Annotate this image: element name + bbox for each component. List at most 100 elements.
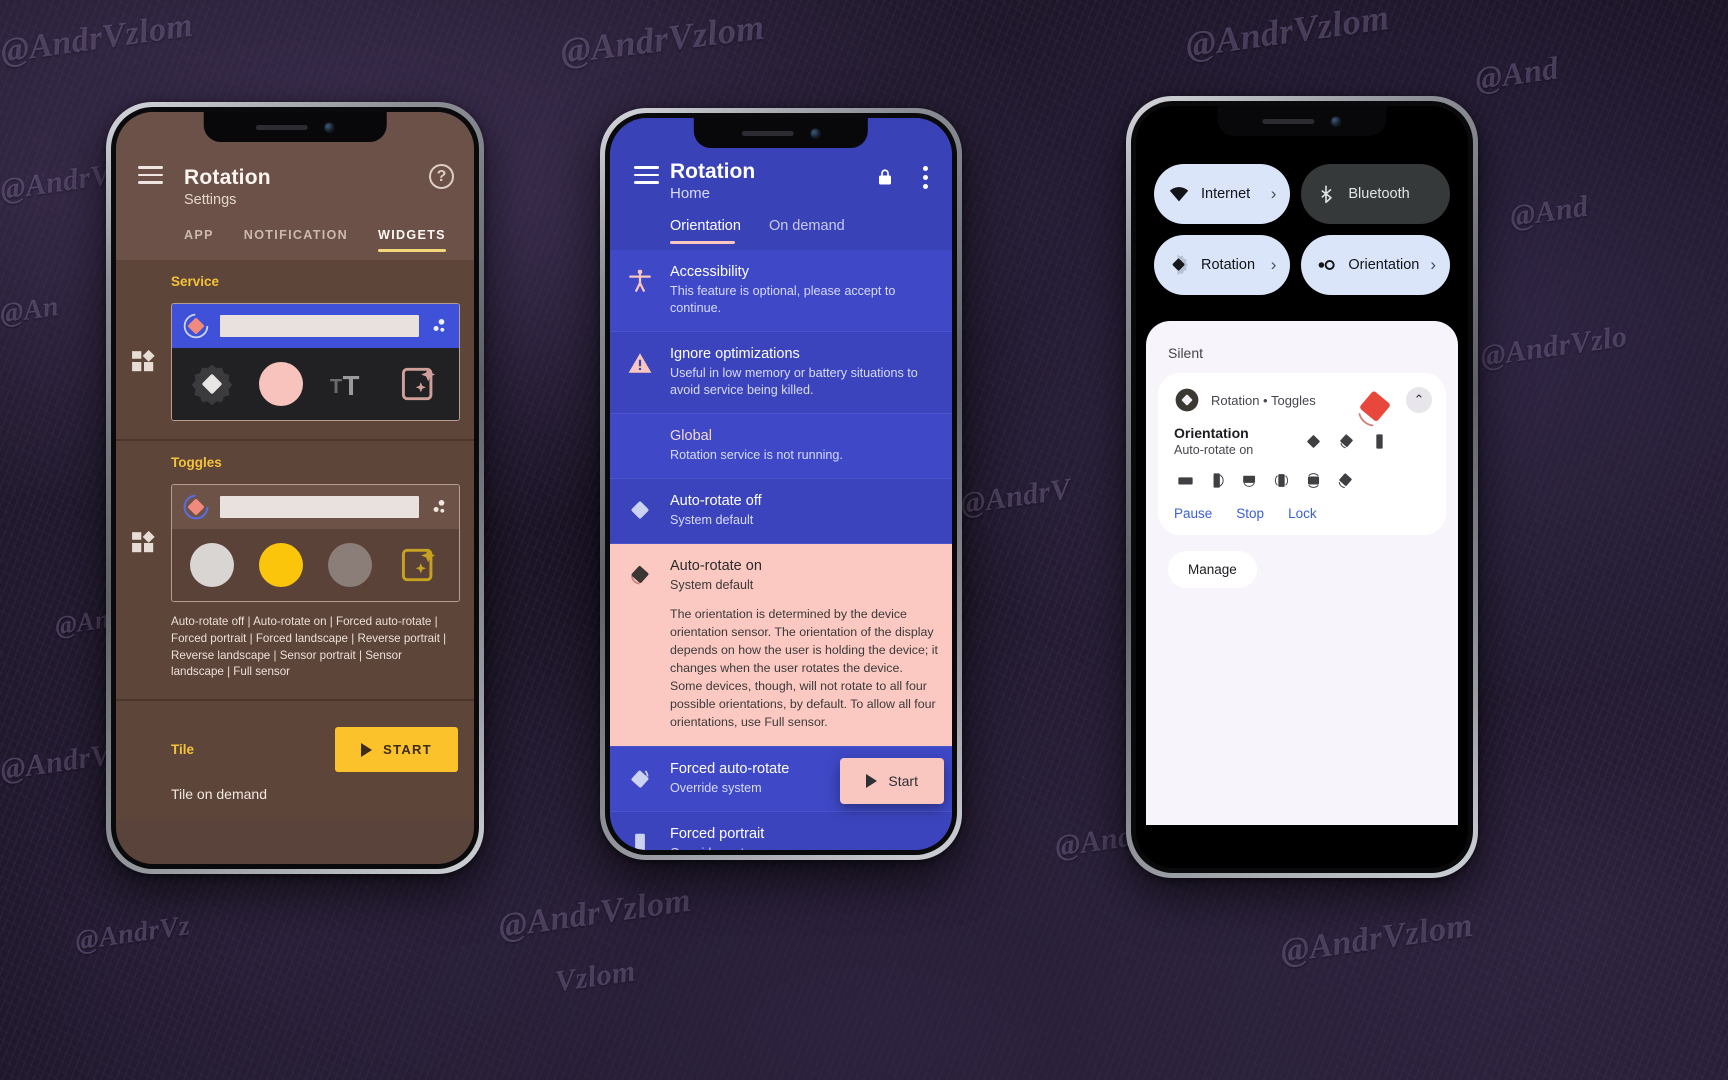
svg-text:T: T bbox=[343, 370, 360, 401]
phone3-screen: Internet › Bluetooth Rotation › Orientat… bbox=[1136, 106, 1468, 868]
item-title: Accessibility bbox=[670, 264, 749, 280]
orientation-quick-icons-row1 bbox=[1304, 432, 1389, 451]
color-swatch-yellow bbox=[259, 543, 304, 587]
play-icon bbox=[361, 742, 373, 757]
chevron-right-icon[interactable]: › bbox=[1271, 184, 1277, 204]
effects-icon bbox=[401, 367, 435, 401]
color-swatch-white bbox=[190, 543, 235, 587]
portrait-reverse-icon[interactable] bbox=[1208, 471, 1227, 490]
lock-icon[interactable] bbox=[876, 166, 894, 188]
section-title-tile: Tile bbox=[171, 742, 195, 758]
qs-tile-orientation[interactable]: Orientation › bbox=[1301, 235, 1450, 295]
item-paragraph: The orientation is determined by the dev… bbox=[670, 607, 938, 729]
tile-on-demand-label[interactable]: Tile on demand bbox=[171, 778, 474, 802]
item-title: Ignore optimizations bbox=[670, 346, 800, 362]
help-icon[interactable]: ? bbox=[429, 164, 454, 189]
notification-card-rotation[interactable]: Rotation • Toggles ⌃ Orientation Auto-ro… bbox=[1158, 373, 1446, 535]
item-title: Global bbox=[670, 428, 712, 444]
orientation-icon bbox=[1315, 254, 1337, 276]
list-item-accessibility[interactable]: Accessibility This feature is optional, … bbox=[610, 250, 952, 332]
diamond-icon[interactable] bbox=[1304, 432, 1323, 451]
start-button-label: START bbox=[383, 742, 432, 758]
toggles-section: Toggles Auto-rotate off | Auto-rotate on… bbox=[116, 441, 474, 702]
list-item-auto-rotate-off[interactable]: Auto-rotate off System default bbox=[610, 479, 952, 544]
stop-button[interactable]: Stop bbox=[1236, 506, 1264, 521]
tab-app[interactable]: APP bbox=[184, 228, 214, 252]
menu-icon[interactable] bbox=[138, 166, 163, 189]
manage-button[interactable]: Manage bbox=[1168, 551, 1257, 588]
phone1-content: Service T T Toggles Auto-rotate off | Au… bbox=[116, 260, 474, 864]
item-desc: Override system bbox=[670, 845, 938, 850]
tab-on-demand[interactable]: On demand bbox=[769, 218, 845, 244]
rotation-logo-icon-2 bbox=[183, 494, 209, 520]
full-sensor-icon[interactable] bbox=[1336, 471, 1355, 490]
toggles-widget-preview[interactable] bbox=[171, 484, 460, 602]
gear-rotate-icon bbox=[192, 364, 233, 406]
qs-label-bluetooth: Bluetooth bbox=[1348, 186, 1410, 202]
diamond-light-icon bbox=[610, 493, 670, 529]
page-subtitle: Settings bbox=[184, 192, 237, 208]
tab-orientation[interactable]: Orientation bbox=[670, 218, 741, 244]
notch bbox=[203, 112, 387, 142]
diamond-rotate-icon bbox=[610, 761, 670, 797]
item-title: Auto-rotate off bbox=[670, 493, 762, 509]
front-camera-icon-3 bbox=[1330, 115, 1342, 127]
rotation-icon bbox=[1168, 254, 1190, 276]
item-desc: Rotation service is not running. bbox=[670, 448, 843, 462]
section-title-toggles: Toggles bbox=[171, 455, 222, 470]
list-item-forced-portrait[interactable]: Forced portrait Override system bbox=[610, 811, 952, 850]
landscape-reverse-icon[interactable] bbox=[1240, 471, 1259, 490]
notification-actions: Pause Stop Lock bbox=[1174, 506, 1430, 525]
landscape-icon[interactable] bbox=[1176, 471, 1195, 490]
diamond-dark-rotate-icon bbox=[610, 558, 670, 732]
collapse-icon[interactable]: ⌃ bbox=[1406, 387, 1432, 413]
earpiece-speaker-2 bbox=[741, 130, 794, 136]
widget-label-placeholder-2 bbox=[220, 496, 419, 518]
widget-label-placeholder bbox=[220, 315, 419, 337]
color-swatch-grey bbox=[327, 543, 372, 587]
chevron-right-icon-2[interactable]: › bbox=[1271, 255, 1277, 275]
start-fab[interactable]: Start bbox=[840, 758, 944, 804]
qs-tile-rotation[interactable]: Rotation › bbox=[1154, 235, 1291, 295]
phone1-screen: Rotation Settings ? APP NOTIFICATION WID… bbox=[116, 112, 474, 864]
sensor-portrait-icon[interactable] bbox=[1272, 471, 1291, 490]
overflow-menu-icon[interactable] bbox=[923, 166, 928, 193]
list-item-ignore-optimizations[interactable]: Ignore optimizations Useful in low memor… bbox=[610, 332, 952, 414]
pause-button[interactable]: Pause bbox=[1174, 506, 1212, 521]
list-item-auto-rotate-on[interactable]: Auto-rotate on System default The orient… bbox=[610, 544, 952, 747]
phone-bezel-3: Internet › Bluetooth Rotation › Orientat… bbox=[1131, 101, 1473, 873]
chevron-right-icon-3[interactable]: › bbox=[1430, 255, 1436, 275]
widget-grid-icon-2 bbox=[116, 530, 171, 556]
list-item-global[interactable]: Global Rotation service is not running. bbox=[610, 414, 952, 479]
sensor-landscape-icon[interactable] bbox=[1304, 471, 1323, 490]
qs-tile-bluetooth[interactable]: Bluetooth bbox=[1301, 164, 1450, 224]
menu-icon-2[interactable] bbox=[634, 166, 659, 189]
widget-grid-icon bbox=[116, 349, 171, 375]
start-button[interactable]: START bbox=[335, 727, 458, 773]
service-widget-preview[interactable]: T T bbox=[171, 303, 460, 421]
svg-text:T: T bbox=[330, 376, 343, 398]
qs-tile-internet[interactable]: Internet › bbox=[1154, 164, 1291, 224]
phone2-screen: Rotation Home Orientation On demand Acce… bbox=[610, 118, 952, 850]
phone-left-settings: Rotation Settings ? APP NOTIFICATION WID… bbox=[106, 102, 484, 874]
toggles-description: Auto-rotate off | Auto-rotate on | Force… bbox=[171, 615, 447, 679]
service-section: Service T T bbox=[116, 260, 474, 441]
notification-app-line: Rotation • Toggles bbox=[1211, 392, 1316, 408]
overflow-dots-icon bbox=[433, 319, 445, 332]
phone-right-quicksettings: Internet › Bluetooth Rotation › Orientat… bbox=[1126, 96, 1478, 878]
phone-bezel-2: Rotation Home Orientation On demand Acce… bbox=[605, 113, 957, 855]
diamond-rotate-icon[interactable] bbox=[1337, 432, 1356, 451]
tab-notification[interactable]: NOTIFICATION bbox=[244, 228, 348, 252]
tab-widgets[interactable]: WIDGETS bbox=[378, 228, 446, 252]
portrait-icon[interactable] bbox=[1370, 432, 1389, 451]
rotation-app-icon bbox=[1175, 388, 1199, 412]
qs-label-internet: Internet bbox=[1201, 186, 1251, 202]
orientation-quick-icons-row2 bbox=[1176, 471, 1430, 490]
section-title-service: Service bbox=[171, 274, 220, 289]
tile-section: Tile START Tile on demand bbox=[116, 701, 474, 821]
item-desc: System default bbox=[670, 578, 754, 592]
play-icon-2 bbox=[866, 774, 878, 788]
lock-button[interactable]: Lock bbox=[1288, 506, 1317, 521]
phone2-tabbar: Orientation On demand bbox=[670, 218, 952, 244]
item-title: Forced portrait bbox=[670, 825, 765, 842]
